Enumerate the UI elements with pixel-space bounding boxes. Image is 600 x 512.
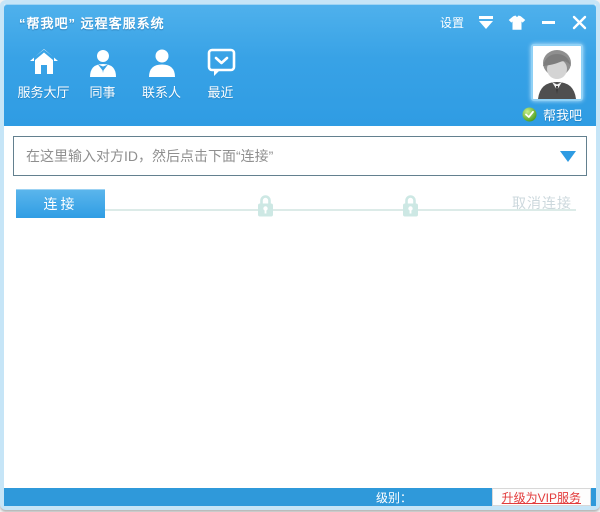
- status-bar: 级别： 升级为VIP服务: [4, 488, 596, 506]
- lock-icon: [401, 193, 420, 224]
- user-avatar[interactable]: [531, 44, 583, 101]
- close-icon[interactable]: [570, 14, 588, 32]
- settings-button[interactable]: 设置: [440, 14, 464, 31]
- toolbar-item-label: 服务大厅: [17, 85, 70, 100]
- vip-upgrade-link[interactable]: 升级为VIP服务: [502, 489, 581, 506]
- main-content: 连接 取消连接: [4, 126, 596, 488]
- toolbar-item-label: 联系人: [141, 85, 181, 100]
- toolbar-item-recent[interactable]: 最近: [191, 44, 250, 101]
- partner-id-combobox: [13, 136, 587, 176]
- online-status-icon: [522, 107, 537, 122]
- titlebar: “帮我吧” 远程客服系统 设置: [4, 4, 596, 32]
- level-label: 级别：: [375, 490, 412, 505]
- cancel-connection-button[interactable]: 取消连接: [512, 193, 572, 213]
- header: “帮我吧” 远程客服系统 设置 服务大厅 同事 联系人 最近 帮我吧: [4, 4, 596, 126]
- window-title: “帮我吧” 远程客服系统: [19, 16, 165, 31]
- home-icon: [28, 44, 60, 78]
- toolbar-item-colleagues[interactable]: 同事: [73, 44, 132, 101]
- toolbar-item-service-hall[interactable]: 服务大厅: [14, 44, 73, 101]
- minimize-icon[interactable]: [539, 14, 557, 32]
- partner-id-input[interactable]: [26, 148, 560, 164]
- lock-icon: [256, 193, 275, 224]
- toolbar: 服务大厅 同事 联系人 最近: [4, 32, 596, 101]
- skin-shirt-icon[interactable]: [508, 14, 526, 32]
- connect-row: 连接 取消连接: [4, 189, 596, 221]
- toolbar-item-contacts[interactable]: 联系人: [132, 44, 191, 101]
- user-status-row: 帮我吧: [522, 105, 582, 124]
- user-name: 帮我吧: [542, 108, 582, 123]
- combo-dropdown-icon[interactable]: [560, 150, 576, 162]
- toolbar-item-label: 同事: [89, 85, 116, 100]
- colleague-icon: [88, 44, 118, 78]
- app-window: “帮我吧” 远程客服系统 设置 服务大厅 同事 联系人 最近 帮我吧 在这里输入…: [0, 0, 600, 510]
- vip-upgrade-box[interactable]: 升级为VIP服务: [491, 488, 591, 506]
- toolbar-item-label: 最近: [207, 85, 234, 100]
- contact-icon: [148, 44, 176, 78]
- recent-chat-icon: [205, 44, 237, 78]
- connect-button[interactable]: 连接: [16, 189, 105, 218]
- pulldown-icon[interactable]: [477, 14, 495, 32]
- window-controls: 设置: [440, 14, 588, 32]
